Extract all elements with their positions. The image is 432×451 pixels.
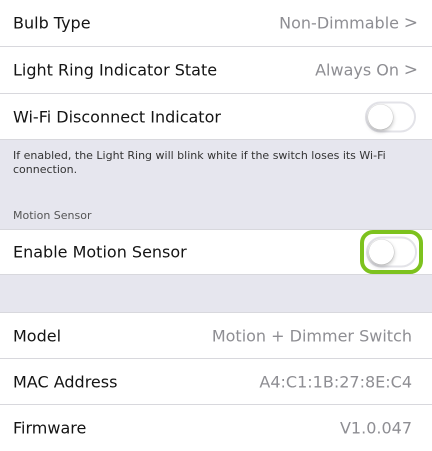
wifi-disconnect-label: Wi-Fi Disconnect Indicator <box>13 107 221 126</box>
highlight-outline <box>360 230 423 274</box>
firmware-label: Firmware <box>13 418 87 438</box>
wifi-disconnect-note: If enabled, the Light Ring will blink wh… <box>13 149 386 176</box>
chevron-right-icon: > <box>403 13 418 33</box>
mac-value: A4:C1:1B:27:8E:C4 <box>259 372 412 391</box>
mac-label: MAC Address <box>13 372 118 391</box>
firmware-value: V1.0.047 <box>339 418 412 438</box>
chevron-right-icon: > <box>403 60 418 80</box>
light-ring-value: Always On <box>315 60 399 80</box>
enable-motion-row: Enable Motion Sensor <box>0 229 432 275</box>
toggle-knob <box>369 239 394 265</box>
model-row: Model Motion + Dimmer Switch <box>0 312 432 359</box>
enable-motion-label: Enable Motion Sensor <box>13 242 187 262</box>
bulb-type-row[interactable]: Bulb Type Non-Dimmable > <box>0 0 432 47</box>
enable-motion-toggle[interactable] <box>366 236 417 268</box>
firmware-row: Firmware V1.0.047 <box>0 405 432 451</box>
model-value: Motion + Dimmer Switch <box>211 326 412 345</box>
wifi-disconnect-toggle[interactable] <box>365 101 416 132</box>
bulb-type-label: Bulb Type <box>13 13 91 33</box>
mac-row: MAC Address A4:C1:1B:27:8E:C4 <box>0 359 432 405</box>
bulb-type-value: Non-Dimmable <box>279 13 399 33</box>
light-ring-label: Light Ring Indicator State <box>13 60 218 80</box>
model-label: Model <box>13 326 62 345</box>
motion-section-header: Motion Sensor <box>13 209 92 222</box>
wifi-disconnect-row: Wi-Fi Disconnect Indicator <box>0 94 432 140</box>
toggle-knob <box>368 104 393 129</box>
light-ring-row[interactable]: Light Ring Indicator State Always On > <box>0 47 432 94</box>
